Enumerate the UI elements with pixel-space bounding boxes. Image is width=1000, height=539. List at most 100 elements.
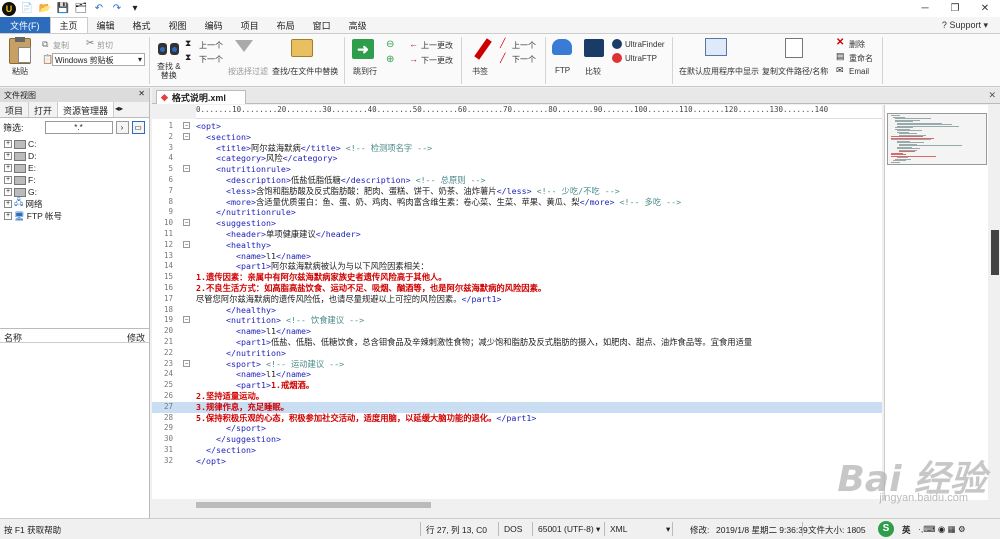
copy-icon[interactable]: ⧉: [42, 39, 48, 50]
find-in-files-icon[interactable]: [291, 39, 313, 57]
tab-coding[interactable]: 编码: [196, 17, 232, 33]
tab-view[interactable]: 视图: [160, 17, 196, 33]
status-line-ending[interactable]: DOS: [504, 524, 522, 534]
bookmark-next-button[interactable]: 下一个: [512, 54, 536, 65]
undo-icon[interactable]: ↶: [92, 2, 106, 16]
find-prev-icon[interactable]: ⧗: [185, 38, 191, 49]
ime-language[interactable]: 英: [902, 524, 911, 536]
ime-tools-icon[interactable]: ·,⌨ ◉ ▦ ⚙: [918, 524, 966, 535]
next-change-button[interactable]: 下一更改: [421, 55, 453, 66]
code-line[interactable]: 32 </opt>: [152, 456, 882, 467]
prev-change-button[interactable]: 上一更改: [421, 40, 453, 51]
fold-toggle-icon[interactable]: −: [183, 316, 190, 324]
forward-arrow-icon[interactable]: ⊕: [386, 54, 394, 65]
code-line[interactable]: 14 <part1>阿尔兹海默病被认为与以下风险因素相关：: [152, 261, 882, 272]
paste-button-label[interactable]: 粘贴: [12, 66, 28, 77]
code-line[interactable]: 31 </section>: [152, 445, 882, 456]
filter-input[interactable]: *.*: [44, 120, 113, 134]
app-logo-icon[interactable]: U: [2, 1, 16, 16]
code-line[interactable]: 17 尽管您阿尔兹海默病的遗传风险低，也请尽量规避以上可控的风险因素。</part…: [152, 294, 882, 305]
tab-scroll-icon[interactable]: ◂▸: [114, 102, 124, 117]
open-default-app-icon[interactable]: [705, 38, 727, 56]
ftp-button[interactable]: FTP: [555, 66, 570, 75]
code-line[interactable]: 7 <less>含饱和脂肪酸及反式脂肪酸：肥肉、蛋糕、饼干、奶茶、油炸薯片</le…: [152, 186, 882, 197]
bookmark-prev-icon[interactable]: ╱: [500, 38, 505, 49]
close-button[interactable]: ✕: [970, 0, 1000, 17]
code-line[interactable]: 6 <description>低盐低脂低糖</description> <!-- …: [152, 175, 882, 186]
syntax-dropdown-icon[interactable]: ▾: [666, 524, 670, 535]
fold-toggle-icon[interactable]: −: [183, 219, 190, 227]
close-document-icon[interactable]: ✕: [988, 90, 996, 101]
prev-change-icon[interactable]: ←: [409, 39, 418, 49]
cut-button[interactable]: 剪切: [97, 40, 113, 51]
goto-line-icon[interactable]: ➜: [352, 39, 374, 59]
expand-icon[interactable]: +: [4, 140, 12, 148]
quick-access-dropdown-icon[interactable]: ▾: [128, 2, 142, 16]
tab-advanced[interactable]: 高级: [340, 17, 376, 33]
code-line[interactable]: 3 <title>阿尔兹海默病</title> <!-- 检测项名字 -->: [152, 143, 882, 154]
tab-window[interactable]: 窗口: [304, 17, 340, 33]
horizontal-scroll-thumb[interactable]: [196, 502, 431, 508]
find-in-files-button[interactable]: 查找/在文件中替换: [272, 66, 338, 77]
code-line[interactable]: 24 <name>l1</name>: [152, 369, 882, 380]
code-line[interactable]: 29 </sport>: [152, 423, 882, 434]
find-next-icon[interactable]: ⧗: [185, 52, 191, 63]
restore-button[interactable]: ❐: [940, 0, 970, 17]
clipboard-select[interactable]: Windows 剪贴板 ▾: [52, 53, 145, 66]
next-change-icon[interactable]: →: [409, 54, 418, 64]
status-encoding[interactable]: 65001 (UTF-8): [538, 524, 594, 534]
tab-project[interactable]: 项目: [232, 17, 268, 33]
copy-path-button[interactable]: 复制文件路径/名称: [762, 66, 828, 77]
bookmark-button[interactable]: 书签: [472, 66, 488, 77]
fold-toggle-icon[interactable]: −: [183, 240, 190, 248]
binoculars-icon[interactable]: [158, 39, 180, 57]
code-line[interactable]: 10 − <suggestion>: [152, 218, 882, 229]
tab-file[interactable]: 文件(F): [0, 17, 50, 33]
expand-icon[interactable]: +: [4, 164, 12, 172]
code-editor[interactable]: 1− <opt> 2− <section> 3 <title>阿尔兹海默病</title>…: [152, 119, 882, 499]
tab-layout[interactable]: 布局: [268, 17, 304, 33]
tree-item[interactable]: + D:: [4, 150, 149, 162]
open-default-app-button[interactable]: 在默认应用程序中显示: [679, 66, 759, 77]
code-line[interactable]: 11 <header>单项健康建议</header>: [152, 229, 882, 240]
code-line[interactable]: 16 2.不良生活方式：如高脂高盐饮食、运动不足、吸烟、酗酒等，也是阿尔兹海默病的…: [152, 283, 882, 294]
column-name[interactable]: 名称: [4, 331, 22, 343]
expand-icon[interactable]: +: [4, 212, 12, 220]
code-line[interactable]: 4 <category>风险</category>: [152, 153, 882, 164]
code-line[interactable]: 30 </suggestion>: [152, 434, 882, 445]
status-syntax[interactable]: XML: [610, 524, 627, 534]
expand-icon[interactable]: +: [4, 188, 12, 196]
compare-icon[interactable]: [584, 39, 604, 57]
ultrafinder-button[interactable]: UltraFinder: [625, 40, 665, 49]
column-modified[interactable]: 修改: [127, 331, 145, 343]
panel-close-icon[interactable]: ✕: [138, 89, 145, 98]
tree-item[interactable]: + 🖧 网络: [4, 197, 149, 210]
code-line[interactable]: 27 3.规律作息，充足睡眠。: [152, 401, 882, 413]
ultraftp-icon[interactable]: [612, 53, 622, 63]
goto-line-button[interactable]: 跳到行: [353, 66, 377, 77]
folder-browse-button[interactable]: ▭: [131, 120, 145, 134]
code-line[interactable]: 26 2.坚持适量运动。: [152, 391, 882, 402]
code-line[interactable]: 20 <name>l1</name>: [152, 326, 882, 337]
filter-icon[interactable]: [235, 40, 253, 52]
code-line[interactable]: 15 1.遗传因素：亲属中有阿尔兹海默病家族史者遗传风险高于其他人。: [152, 272, 882, 283]
back-arrow-icon[interactable]: ⊖: [386, 39, 394, 50]
code-line[interactable]: 21 <part1>低盐、低脂、低糖饮食，总含钼食品及辛辣刺激性食物；减少饱和脂肪…: [152, 337, 882, 348]
find-next-button[interactable]: 下一个: [199, 54, 223, 65]
tree-item[interactable]: + 🖥 FTP 帐号: [4, 210, 149, 222]
compare-button[interactable]: 比较: [585, 66, 601, 77]
open-folder-icon[interactable]: 📂: [38, 2, 52, 16]
code-line[interactable]: 19 − <nutrition> <!-- 饮食建议 -->: [152, 315, 882, 326]
bookmark-next-icon[interactable]: ╱: [500, 53, 505, 64]
expand-icon[interactable]: +: [4, 176, 12, 184]
expand-icon[interactable]: +: [4, 200, 12, 208]
code-line[interactable]: 13 <name>l1</name>: [152, 251, 882, 262]
fold-toggle-icon[interactable]: −: [183, 122, 190, 129]
tree-item[interactable]: + F:: [4, 174, 149, 186]
tree-item[interactable]: + C:: [4, 138, 149, 150]
fold-toggle-icon[interactable]: −: [183, 132, 190, 140]
ime-logo-icon[interactable]: S: [878, 521, 894, 537]
ultrafinder-icon[interactable]: [612, 39, 622, 49]
code-line[interactable]: 9 </nutritionrule>: [152, 207, 882, 218]
bookmark-prev-button[interactable]: 上一个: [512, 40, 536, 51]
